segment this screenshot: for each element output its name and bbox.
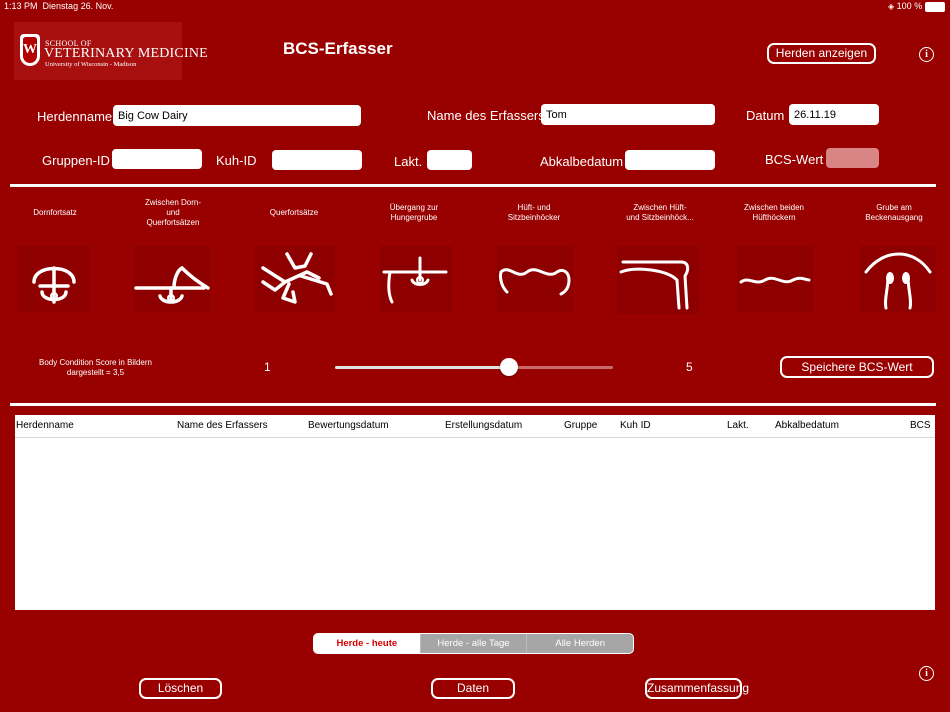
battery-percent: 100 % (896, 1, 923, 11)
status-time: 1:13 PM Dienstag 26. Nov. (4, 1, 114, 11)
slider-fill (335, 366, 509, 369)
divider-bottom (10, 403, 936, 406)
column-herd-name[interactable]: Herdenname (16, 420, 74, 431)
score-slider[interactable] (335, 358, 613, 376)
cow-id-field[interactable] (272, 150, 362, 170)
region-label-8: Grube am Beckenausgang (865, 203, 923, 222)
lactation-field[interactable] (427, 150, 472, 170)
hunger-groove-icon[interactable] (380, 246, 452, 312)
lactation-label: Lakt. (394, 154, 423, 169)
calving-date-field[interactable] (625, 150, 715, 170)
column-group[interactable]: Gruppe (564, 420, 597, 431)
battery-icon (924, 1, 945, 12)
column-bcs[interactable]: BCS (910, 420, 931, 431)
region-label-3: Querfortsätze (269, 208, 319, 217)
logo-line-3: University of Wisconsin - Madison (45, 61, 137, 68)
bcs-value-field (826, 148, 879, 168)
column-creation-date[interactable]: Erstellungsdatum (445, 420, 522, 431)
status-right: ◈ 100 % (888, 1, 945, 12)
column-lactation[interactable]: Lakt. (727, 420, 749, 431)
group-id-label: Gruppen-ID (42, 153, 110, 168)
spinous-process-icon[interactable] (18, 246, 90, 312)
logo-mark: W (23, 37, 37, 63)
recorder-field[interactable]: Tom (541, 104, 715, 125)
region-label-6: Zwischen Hüft- und Sitzbeinhöck... (626, 203, 694, 222)
calving-date-label: Abkalbedatum (540, 154, 624, 169)
transverse-process-icon[interactable] (255, 246, 335, 312)
footer-info-icon[interactable]: i (919, 666, 934, 681)
between-hooks-icon[interactable] (737, 246, 813, 312)
region-label-7: Zwischen beiden Hüfthöckern (743, 203, 805, 222)
date-field[interactable]: 26.11.19 (789, 104, 879, 125)
divider-top (10, 184, 936, 187)
data-button[interactable]: Daten (431, 678, 515, 699)
cow-id-label: Kuh-ID (216, 153, 257, 168)
region-label-1: Dornfortsatz (33, 208, 77, 217)
logo-line-2: VETERINARY MEDICINE (44, 46, 208, 61)
recorder-label: Name des Erfassers (427, 108, 545, 123)
segment-herd-today[interactable]: Herde - heute (314, 634, 420, 653)
delete-button[interactable]: Löschen (139, 678, 222, 699)
tailhead-pit-icon[interactable] (860, 246, 936, 312)
column-calving-date[interactable]: Abkalbedatum (775, 420, 839, 431)
segment-herd-all-days[interactable]: Herde - alle Tage (419, 634, 527, 653)
slider-max-label: 5 (686, 360, 693, 374)
records-table[interactable]: Herdenname Name des Erfassers Bewertungs… (15, 415, 935, 610)
slider-min-label: 1 (264, 360, 271, 374)
save-bcs-button[interactable]: Speichere BCS-Wert (780, 356, 934, 378)
date-label: Datum (746, 108, 785, 123)
region-label-5: Hüft- und Sitzbeinhöcker (507, 203, 561, 222)
hip-pin-bones-icon[interactable] (497, 246, 573, 312)
herd-name-label: Herdenname (37, 109, 113, 124)
score-caption: Body Condition Score in Bildern dargeste… (39, 358, 152, 377)
spinous-transverse-icon[interactable] (134, 246, 210, 312)
region-label-4: Übergang zur Hungergrube (389, 203, 439, 222)
info-icon[interactable]: i (919, 47, 934, 62)
wifi-icon: ◈ (888, 2, 895, 11)
bcs-value-label: BCS-Wert (765, 152, 824, 167)
summary-button[interactable]: Zusammenfassung (645, 678, 749, 699)
herd-name-field[interactable]: Big Cow Dairy (113, 105, 361, 126)
column-cow-id[interactable]: Kuh ID (620, 420, 651, 431)
column-assessment-date[interactable]: Bewertungsdatum (308, 420, 389, 431)
segment-all-herds[interactable]: Alle Herden (526, 634, 633, 653)
column-recorder[interactable]: Name des Erfassers (177, 420, 268, 431)
page-title: BCS-Erfasser (283, 39, 393, 58)
slider-thumb[interactable] (499, 358, 518, 376)
group-id-field[interactable] (112, 149, 202, 169)
between-hip-pin-icon[interactable] (617, 246, 699, 314)
herd-filter-segmented[interactable]: Herde - heute Herde - alle Tage Alle Her… (313, 633, 634, 654)
region-label-2: Zwischen Dorn- und Querfortsätzen (144, 198, 201, 227)
show-herds-button[interactable]: Herden anzeigen (767, 43, 876, 64)
table-header: Herdenname Name des Erfassers Bewertungs… (15, 415, 935, 438)
